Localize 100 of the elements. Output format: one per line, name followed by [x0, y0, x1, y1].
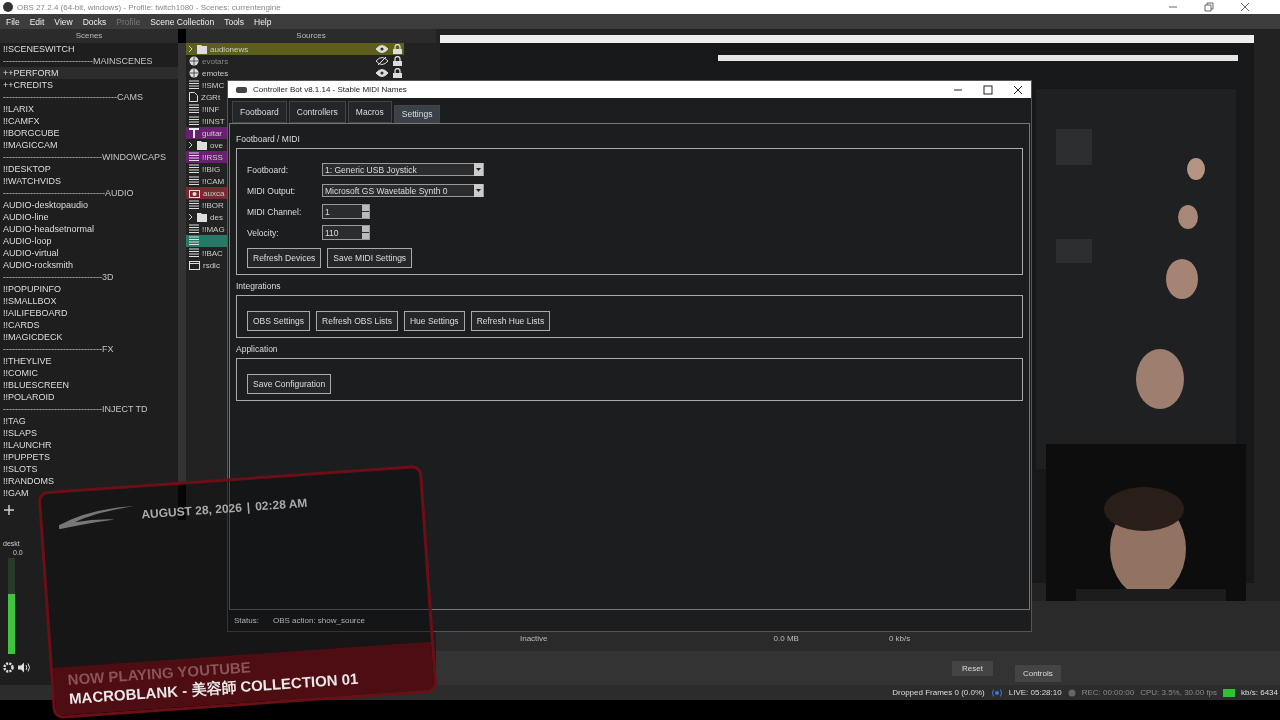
restore-icon[interactable] — [1204, 2, 1214, 12]
scene-item[interactable]: AUDIO-loop — [0, 235, 178, 247]
source-item[interactable]: audionews — [186, 43, 404, 55]
scene-item[interactable]: !!SLOTS — [0, 463, 178, 475]
eye-off-icon[interactable] — [376, 57, 388, 65]
spinner-arrows-icon[interactable] — [362, 226, 369, 239]
scene-item[interactable]: !!LARIX — [0, 103, 178, 115]
scene-item[interactable]: AUDIO-line — [0, 211, 178, 223]
source-item[interactable]: evotars — [186, 55, 404, 67]
tab[interactable]: Controllers — [288, 101, 346, 123]
source-item[interactable]: !!BOR — [186, 199, 227, 211]
source-item[interactable]: !!BAC — [186, 247, 227, 259]
separator-scene[interactable]: ------------------------------MAINSCENES — [0, 55, 178, 67]
scene-item[interactable]: !!AILIFEBOARD — [0, 307, 178, 319]
group-label: Application — [236, 344, 279, 354]
scene-item[interactable]: AUDIO-virtual — [0, 247, 178, 259]
scene-item[interactable]: !!COMIC — [0, 367, 178, 379]
tab[interactable]: Settings — [393, 105, 441, 123]
lock-icon[interactable] — [393, 68, 402, 78]
eye-icon[interactable] — [376, 69, 388, 77]
maximize-icon[interactable] — [983, 84, 993, 95]
scene-item[interactable]: !!PUPPETS — [0, 451, 178, 463]
scene-item[interactable]: AUDIO-rocksmith — [0, 259, 178, 271]
source-item[interactable]: auxca — [186, 187, 227, 199]
separator-scene[interactable]: --------------------------------------CAMS — [0, 91, 178, 103]
scene-item[interactable]: !!SLAPS — [0, 427, 178, 439]
source-item[interactable]: guitar — [186, 127, 227, 139]
scene-item[interactable]: !!POLAROID — [0, 391, 178, 403]
separator-scene[interactable]: ----------------------------------AUDIO — [0, 187, 178, 199]
tab[interactable]: Footboard — [232, 101, 287, 123]
scene-item[interactable]: !!DESKTOP — [0, 163, 178, 175]
scene-item[interactable]: !!GAM — [0, 487, 178, 499]
number-spinner[interactable]: 110 — [322, 225, 370, 240]
source-name: !!BAC — [202, 248, 223, 258]
dropdown[interactable]: Microsoft GS Wavetable Synth 0 — [322, 184, 484, 197]
scene-item[interactable]: !!CARDS — [0, 319, 178, 331]
menu-item[interactable]: Docks — [82, 16, 107, 27]
source-item[interactable]: !!INST — [186, 115, 227, 127]
eye-icon[interactable] — [376, 45, 388, 53]
scene-item[interactable]: !!LAUNCHR — [0, 439, 178, 451]
action-button[interactable]: Save MIDI Settings — [327, 248, 413, 268]
scene-item[interactable]: !!CAMFX — [0, 115, 178, 127]
scene-item[interactable]: !!BLUESCREEN — [0, 379, 178, 391]
scene-item[interactable]: !!BORGCUBE — [0, 127, 178, 139]
scene-item[interactable]: !!RANDOMS — [0, 475, 178, 487]
source-item[interactable]: ZGRt — [186, 91, 227, 103]
menu-item[interactable]: Scene Collection — [150, 16, 215, 27]
list-icon — [189, 152, 199, 162]
source-item[interactable]: ove — [186, 139, 227, 151]
number-spinner[interactable]: 1 — [322, 204, 370, 219]
source-item[interactable]: !!SMC — [186, 79, 227, 91]
action-button[interactable]: Save Configuration — [247, 374, 332, 394]
separator-scene[interactable]: ---------------------------------WINDOWCAPS — [0, 151, 178, 163]
status-text: OBS action: show_source — [272, 616, 365, 625]
source-item[interactable]: !!CAM — [186, 175, 227, 187]
menu-item[interactable]: Edit — [29, 16, 45, 27]
scene-item[interactable]: AUDIO-headsetnormal — [0, 223, 178, 235]
source-item[interactable]: !!BIG — [186, 163, 227, 175]
scene-item[interactable]: !!TAG — [0, 415, 178, 427]
source-item[interactable]: emotes — [186, 67, 404, 79]
dropdown[interactable]: 1: Generic USB Joystick — [322, 163, 484, 176]
menu-item[interactable]: File — [6, 16, 20, 27]
speaker-icon[interactable] — [18, 662, 31, 673]
scene-item[interactable]: !!POPUPINFO — [0, 283, 178, 295]
scene-item[interactable]: !!SMALLBOX — [0, 295, 178, 307]
scene-item[interactable]: !!MAGICDECK — [0, 331, 178, 343]
scene-item[interactable]: AUDIO-desktopaudio — [0, 199, 178, 211]
source-item[interactable]: !!RSS — [186, 151, 227, 163]
spinner-arrows-icon[interactable] — [362, 205, 369, 218]
scene-item[interactable]: !!THEYLIVE — [0, 355, 178, 367]
add-icon[interactable] — [4, 505, 14, 515]
scene-item[interactable]: !!WATCHVIDS — [0, 175, 178, 187]
scene-item[interactable]: !!SCENESWITCH — [0, 43, 178, 55]
scrollbar[interactable] — [178, 43, 186, 483]
action-button[interactable]: OBS Settings — [247, 311, 311, 331]
action-button[interactable]: Hue Settings — [403, 311, 465, 331]
separator-scene[interactable]: ---------------------------------3D — [0, 271, 178, 283]
tab[interactable]: Macros — [347, 101, 392, 123]
settings-icon[interactable] — [3, 662, 14, 673]
source-item[interactable] — [186, 235, 227, 247]
close-icon[interactable] — [1013, 84, 1023, 95]
action-button[interactable]: Refresh Hue Lists — [470, 311, 551, 331]
list-icon — [189, 224, 199, 234]
action-button[interactable]: Refresh OBS Lists — [316, 311, 398, 331]
scene-item[interactable]: ++PERFORM — [0, 67, 178, 79]
action-button[interactable]: Refresh Devices — [247, 248, 322, 268]
lock-icon[interactable] — [393, 56, 402, 66]
source-item[interactable]: des — [186, 211, 227, 223]
scene-item[interactable]: ++CREDITS — [0, 79, 178, 91]
separator-scene[interactable]: ---------------------------------FX — [0, 343, 178, 355]
source-item[interactable]: !!MAG — [186, 223, 227, 235]
source-item[interactable]: !!INF — [186, 103, 227, 115]
menu-item[interactable]: View — [54, 16, 73, 27]
menu-item[interactable]: Tools — [224, 16, 244, 27]
separator-scene[interactable]: ---------------------------------INJECT TD — [0, 403, 178, 415]
dock-tab[interactable]: Controls — [1014, 664, 1061, 682]
source-item[interactable]: rsdic — [186, 259, 227, 271]
menu-item[interactable]: Help — [254, 16, 272, 27]
reset-button[interactable]: Reset — [952, 660, 993, 676]
scene-item[interactable]: !!MAGICCAM — [0, 139, 178, 151]
